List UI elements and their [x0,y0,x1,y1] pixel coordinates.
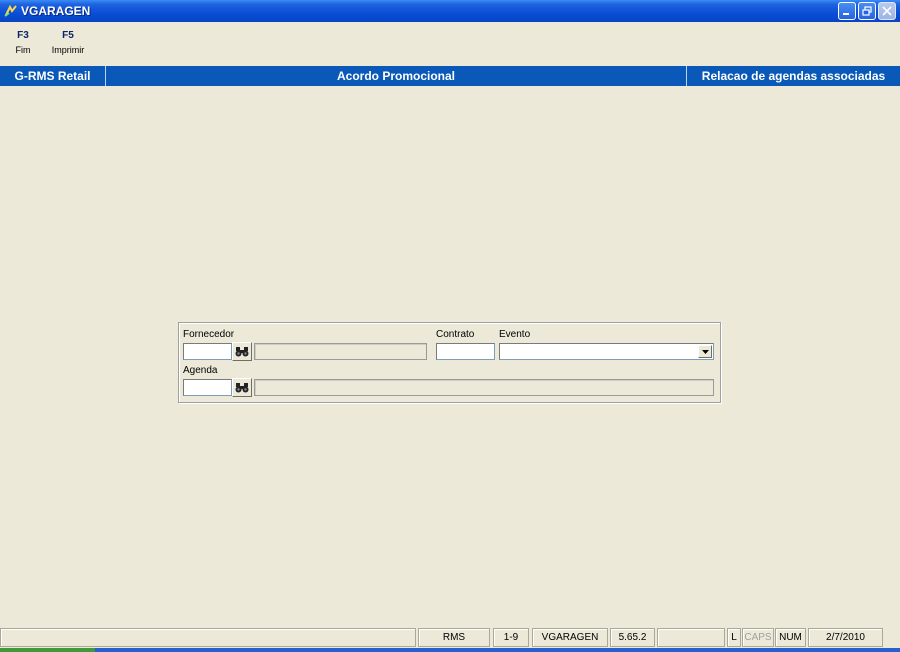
status-l: L [727,628,741,647]
chevron-down-icon [701,349,709,354]
filter-panel: Fornecedor Contrato Evento Agenda [178,322,721,403]
agenda-lookup-button[interactable] [232,378,252,397]
status-caps: CAPS [742,628,774,647]
taskbar-edge [0,648,900,652]
evento-dropdown-button[interactable] [698,345,712,358]
imprimir-button[interactable]: F5 Imprimir [46,30,90,62]
status-bar: RMS 1-9 VGARAGEN 5.65.2 L CAPS NUM 2/7/2… [0,628,900,648]
agenda-code-input[interactable] [183,379,232,396]
agenda-name-field [254,379,714,396]
status-message [0,628,416,647]
contrato-input[interactable] [436,343,495,360]
evento-label: Evento [499,329,531,340]
agenda-label: Agenda [183,365,218,376]
status-blank [657,628,725,647]
binoculars-icon [235,383,249,393]
fornecedor-code-input[interactable] [183,343,232,360]
restore-icon [862,6,872,16]
binoculars-icon [235,347,249,357]
title-bar: VGARAGEN [0,0,900,22]
function-key-toolbar: F3 Fim F5 Imprimir [0,30,90,62]
screen-title: Relacao de agendas associadas [701,69,886,83]
status-range: 1-9 [493,628,529,647]
restore-button[interactable] [858,2,876,20]
fkey-code: F5 [62,30,74,41]
fkey-label: Fim [15,45,31,55]
fornecedor-name-field [254,343,427,360]
minimize-icon [843,13,849,15]
system-name: G-RMS Retail [0,66,106,86]
fkey-label: Imprimir [51,45,85,55]
status-system: RMS [418,628,490,647]
start-button-edge [0,648,95,652]
module-title: Acordo Promocional [106,66,687,86]
header-band: G-RMS Retail Acordo Promocional Relacao … [0,66,900,86]
fim-button[interactable]: F3 Fim [6,30,40,62]
minimize-button[interactable] [838,2,856,20]
status-num: NUM [775,628,806,647]
status-program: VGARAGEN [532,628,608,647]
window-title: VGARAGEN [21,4,91,18]
window-controls [838,2,896,20]
contrato-label: Contrato [436,329,475,340]
close-icon [882,6,892,16]
close-button[interactable] [878,2,896,20]
app-icon [4,4,18,18]
status-version: 5.65.2 [610,628,655,647]
fornecedor-label: Fornecedor [183,329,235,340]
fornecedor-lookup-button[interactable] [232,342,252,361]
evento-select[interactable] [499,343,714,360]
status-date: 2/7/2010 [808,628,883,647]
fkey-code: F3 [17,30,29,41]
